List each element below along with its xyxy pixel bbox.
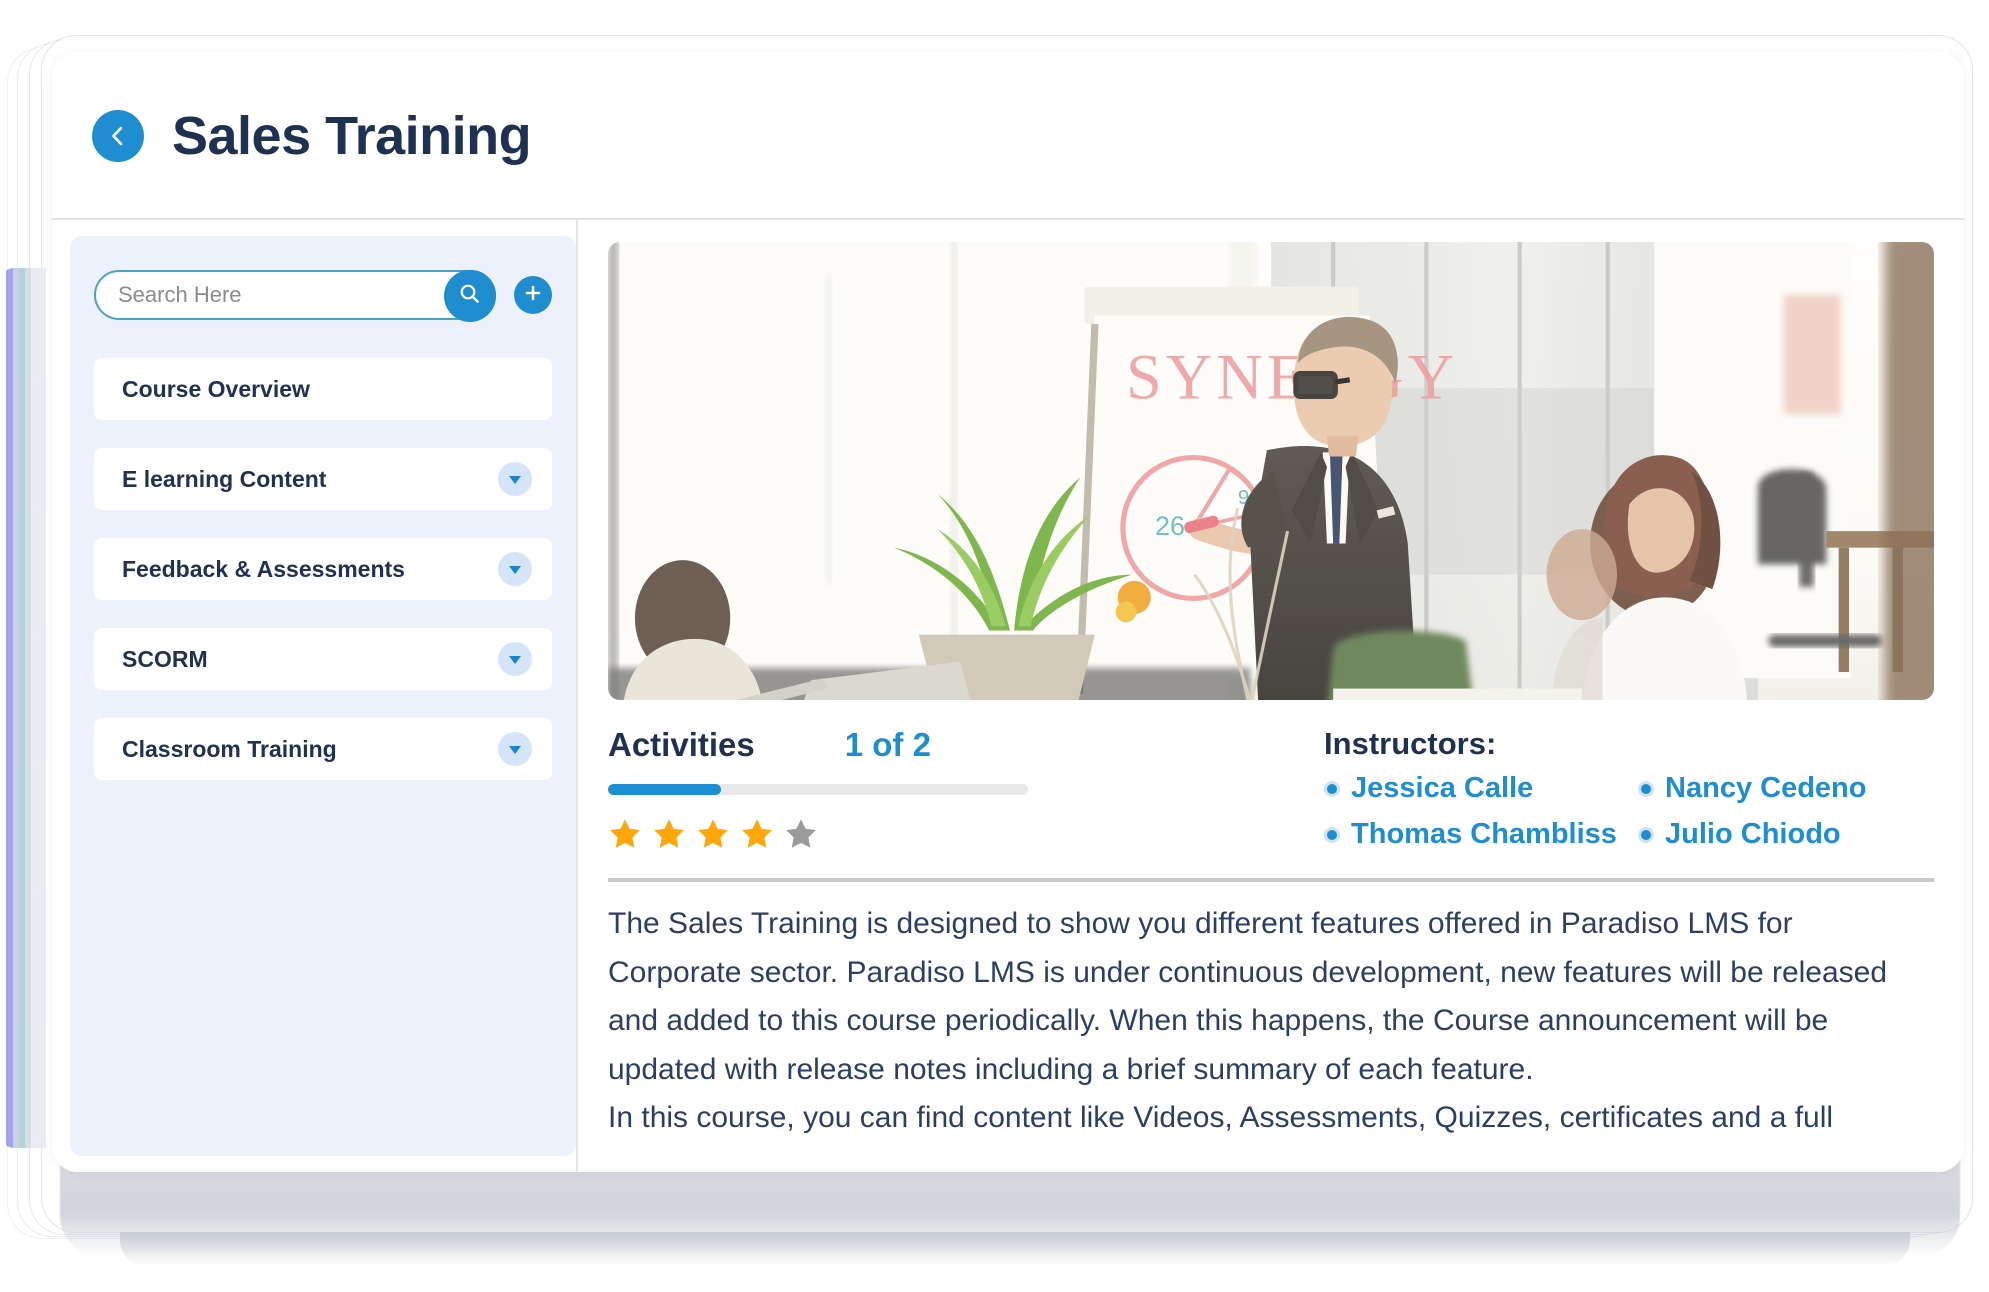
chevron-down-icon[interactable] (498, 462, 532, 496)
app-header: Sales Training (52, 52, 1964, 220)
stacked-window-edges (0, 268, 46, 1148)
instructors-title: Instructors: (1324, 726, 1497, 761)
bullet-icon (1324, 780, 1341, 797)
star-filled-icon[interactable] (696, 817, 730, 856)
page-title: Sales Training (172, 106, 532, 166)
search-input[interactable] (118, 282, 412, 308)
instructor-name: Thomas Chambliss (1351, 818, 1617, 850)
instructor-item[interactable]: Julio Chiodo (1638, 818, 1934, 851)
search-row (94, 270, 552, 322)
description-paragraph-1: The Sales Training is designed to show y… (608, 907, 1888, 1086)
chevron-down-icon[interactable] (498, 732, 532, 766)
instructor-item[interactable]: Thomas Chambliss (1324, 818, 1624, 851)
rating-stars[interactable] (608, 817, 1294, 856)
activities-title: Activities (608, 726, 755, 763)
sidebar-menu: Course Overview E learning Content Feedbac… (94, 358, 552, 780)
add-button[interactable] (514, 276, 552, 314)
instructors-block: Instructors: Jessica Calle Nancy Cedeno Th… (1324, 726, 1934, 856)
search-button[interactable] (444, 270, 496, 322)
course-meta-row: Activities 1 of 2 Instructors: Jessica C… (608, 726, 1934, 856)
instructor-name: Jessica Calle (1351, 772, 1534, 804)
sidebar-item-label: Classroom Training (122, 735, 337, 762)
device-shadow-lower (120, 1232, 1910, 1266)
activities-progress-bar (608, 784, 1028, 795)
activities-progress-fill (608, 784, 722, 795)
activities-header: Activities 1 of 2 (608, 726, 1294, 764)
star-filled-icon[interactable] (740, 817, 774, 856)
section-divider (608, 878, 1934, 882)
search-icon (457, 281, 483, 312)
chevron-down-icon[interactable] (498, 552, 532, 586)
body-split: Course Overview E learning Content Feedbac… (52, 220, 1964, 1172)
app-window: Sales Training Search Here Course Overvi… (52, 52, 1964, 1172)
chevron-left-icon (105, 123, 131, 149)
sidebar-item-scorm[interactable]: SCORM (94, 628, 552, 690)
sidebar-item-label: E learning Content (122, 465, 327, 492)
back-button[interactable] (92, 110, 144, 162)
sidebar-container: Course Overview E learning Content Feedbac… (52, 220, 578, 1172)
bullet-icon (1638, 826, 1655, 843)
sidebar-item-e-learning-content[interactable]: E learning Content (94, 448, 552, 510)
star-filled-icon[interactable] (608, 817, 642, 856)
sidebar: Course Overview E learning Content Feedbac… (70, 236, 576, 1156)
bullet-icon (1638, 780, 1655, 797)
hero-illustration: SYNERGY 26 9 (608, 242, 1934, 700)
sidebar-item-classroom-training[interactable]: Classroom Training (94, 718, 552, 780)
activities-count[interactable]: 1 of 2 (845, 726, 931, 764)
star-empty-icon[interactable] (784, 817, 818, 856)
bullet-icon (1324, 826, 1341, 843)
course-hero-image: SYNERGY 26 9 (608, 242, 1934, 700)
instructor-name: Julio Chiodo (1665, 818, 1841, 850)
content-area: SYNERGY 26 9 Activities 1 of 2 Instructo… (578, 220, 1964, 1172)
instructor-name: Nancy Cedeno (1665, 772, 1867, 804)
activities-block: Activities 1 of 2 (608, 726, 1324, 856)
course-description: The Sales Training is designed to show y… (608, 900, 1934, 1143)
search-box[interactable] (94, 270, 496, 322)
instructor-item[interactable]: Jessica Calle (1324, 772, 1624, 805)
sidebar-item-feedback-assessments[interactable]: Feedback & Assessments (94, 538, 552, 600)
description-paragraph-2: In this course, you can find content lik… (608, 1101, 1834, 1135)
plus-icon (522, 282, 544, 309)
sidebar-item-label: SCORM (122, 645, 208, 672)
star-filled-icon[interactable] (652, 817, 686, 856)
sidebar-item-course-overview[interactable]: Course Overview (94, 358, 552, 420)
instructor-item[interactable]: Nancy Cedeno (1638, 772, 1934, 805)
sidebar-item-label: Course Overview (122, 375, 310, 402)
screenshot-stage: Sales Training Search Here Course Overvi… (0, 0, 1989, 1292)
chevron-down-icon[interactable] (498, 642, 532, 676)
instructors-list: Jessica Calle Nancy Cedeno Thomas Chamblis… (1324, 772, 1934, 851)
sidebar-item-label: Feedback & Assessments (122, 555, 405, 582)
